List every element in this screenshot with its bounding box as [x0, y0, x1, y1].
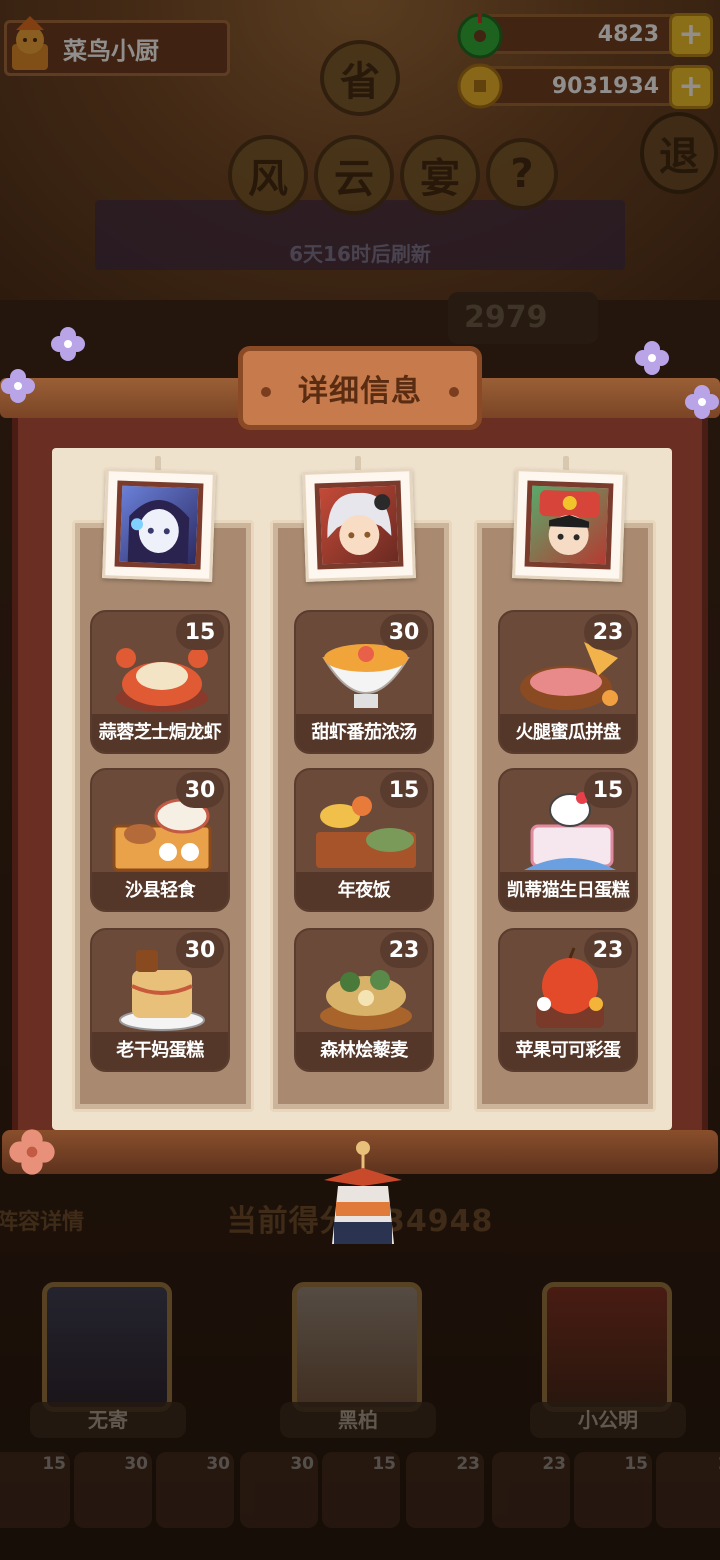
- flower-icon: [635, 341, 669, 375]
- dish-name: 老干妈蛋糕: [92, 1032, 228, 1070]
- dish-card[interactable]: 30 甜虾番茄浓汤: [294, 610, 434, 754]
- character-portrait-2: [302, 468, 416, 582]
- dish-name: 甜虾番茄浓汤: [296, 714, 432, 752]
- dish-name: 蒜蓉芝士焗龙虾: [92, 714, 228, 752]
- dish-count-badge: 23: [380, 932, 428, 968]
- dish-card[interactable]: 23 火腿蜜瓜拼盘: [498, 610, 638, 754]
- dish-count-badge: 23: [584, 932, 632, 968]
- dish-count-badge: 30: [380, 614, 428, 650]
- dish-card[interactable]: 15 凯蒂猫生日蛋糕: [498, 768, 638, 912]
- dish-count-badge: 15: [584, 772, 632, 808]
- dish-name: 沙县轻食: [92, 872, 228, 910]
- dish-count-badge: 30: [176, 772, 224, 808]
- dish-card[interactable]: 15 蒜蓉芝士焗龙虾: [90, 610, 230, 754]
- dish-card[interactable]: 15 年夜饭: [294, 768, 434, 912]
- character-face-icon: [127, 500, 190, 565]
- dish-count-badge: 30: [176, 932, 224, 968]
- dish-count-badge: 23: [584, 614, 632, 650]
- game-screen: 省 风 云 宴 ? 退 6天16时后刷新 2979 菜鸟小厨 4823 + 90…: [0, 0, 720, 1560]
- dish-name: 凯蒂猫生日蛋糕: [500, 872, 636, 910]
- dish-card[interactable]: 23 森林烩藜麦: [294, 928, 434, 1072]
- character-face-icon: [539, 490, 600, 555]
- dish-count-badge: 15: [176, 614, 224, 650]
- dish-name: 苹果可可彩蛋: [500, 1032, 636, 1070]
- dish-name: 年夜饭: [296, 872, 432, 910]
- tassel-close-icon[interactable]: [322, 1140, 404, 1250]
- dish-count-badge: 15: [380, 772, 428, 808]
- dish-card[interactable]: 23 苹果可可彩蛋: [498, 928, 638, 1072]
- dish-card[interactable]: 30 老干妈蛋糕: [90, 928, 230, 1072]
- dish-card[interactable]: 30 沙县轻食: [90, 768, 230, 912]
- character-face-icon: [327, 492, 392, 555]
- modal-title: 详细信息: [238, 346, 482, 430]
- flower-icon: [51, 327, 85, 361]
- flower-icon: [685, 385, 719, 419]
- character-portrait-3: [512, 468, 626, 582]
- character-portrait-1: [102, 468, 216, 582]
- dish-name: 火腿蜜瓜拼盘: [500, 714, 636, 752]
- flower-icon: [1, 369, 35, 403]
- flower-icon: [9, 1129, 55, 1175]
- dish-name: 森林烩藜麦: [296, 1032, 432, 1070]
